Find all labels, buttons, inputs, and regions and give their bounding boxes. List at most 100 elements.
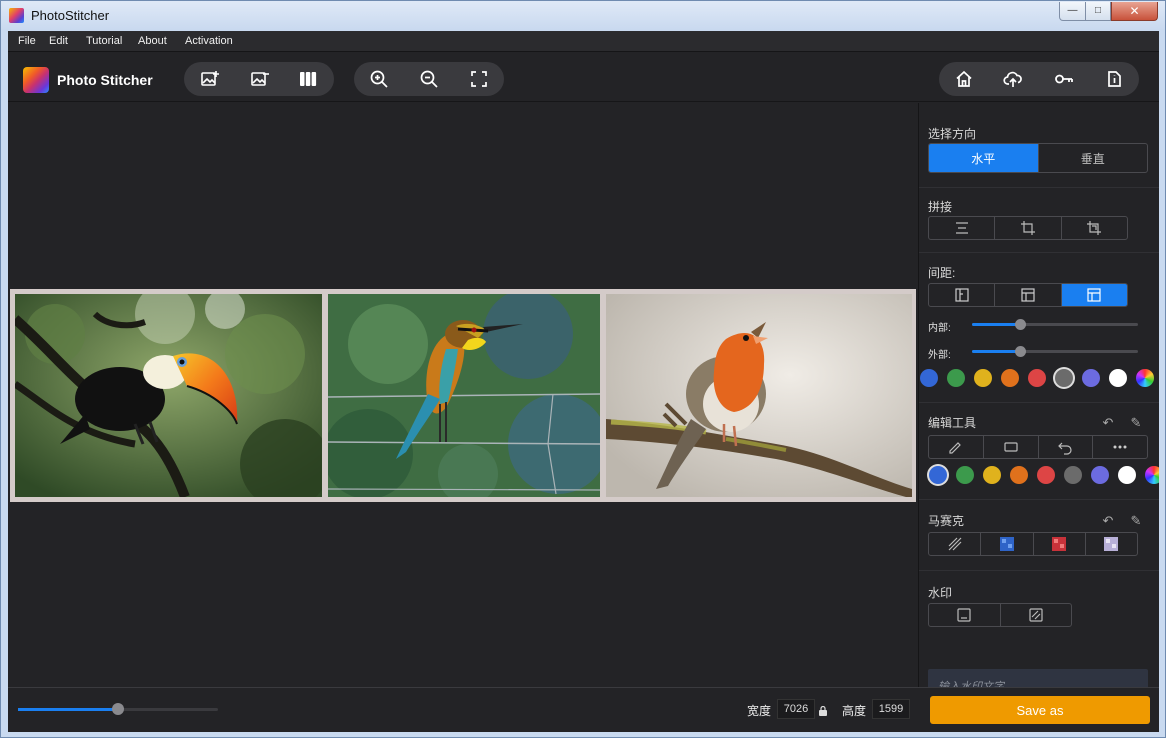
columns-icon[interactable] [288, 62, 328, 96]
divider [919, 187, 1159, 188]
direction-toggle: 水平 垂直 [928, 143, 1148, 173]
app-name: Photo Stitcher [57, 72, 153, 88]
menu-tutorial[interactable]: Tutorial [86, 35, 122, 47]
menu-file[interactable]: File [18, 35, 36, 47]
layout-grid-icon[interactable] [1061, 284, 1127, 306]
align-center-icon[interactable] [929, 217, 996, 239]
watermark-text-input[interactable] [928, 669, 1148, 687]
watermark-tile-icon[interactable] [1001, 604, 1072, 626]
arrow-icon[interactable] [1039, 436, 1094, 458]
color-swatch[interactable] [1064, 466, 1082, 484]
color-swatch[interactable] [1010, 466, 1028, 484]
logo-icon [23, 67, 49, 93]
inner-spacing-slider[interactable] [972, 319, 1138, 330]
zoom-tools-group [354, 62, 504, 96]
robin-photo[interactable] [606, 294, 912, 497]
outer-spacing-handle[interactable] [1015, 346, 1027, 357]
zoom-slider[interactable] [18, 703, 218, 715]
bee-eater-photo[interactable] [328, 294, 600, 497]
image-tools-group [184, 62, 334, 96]
color-swatch[interactable] [920, 369, 938, 387]
crop-alt-icon[interactable] [1062, 217, 1127, 239]
color-swatch[interactable] [1055, 369, 1073, 387]
color-swatch[interactable] [983, 466, 1001, 484]
divider [919, 570, 1159, 571]
inner-spacing-handle[interactable] [1015, 319, 1027, 330]
zoom-fill [18, 708, 118, 711]
customcolor-swatch[interactable] [1145, 466, 1159, 484]
spacing-color-palette [920, 369, 1159, 387]
outer-spacing-fill [972, 350, 1021, 353]
color-swatch[interactable] [1109, 369, 1127, 387]
title-bar[interactable]: PhotoStitcher — □ ✕ [1, 1, 1165, 30]
canvas-area[interactable] [8, 103, 918, 687]
spacing-label: 间距: [928, 266, 956, 280]
app-window: PhotoStitcher — □ ✕ File Edit Tutorial A… [0, 0, 1166, 738]
color-swatch[interactable] [956, 466, 974, 484]
more-icon[interactable] [1093, 436, 1147, 458]
spacing-options [928, 283, 1128, 307]
pen-icon[interactable] [929, 436, 984, 458]
stitch-label: 拼接 [928, 200, 953, 214]
watermark-label: 水印 [928, 586, 953, 600]
mosaic-hatch-icon[interactable] [929, 533, 982, 555]
toucan-photo[interactable] [15, 294, 322, 497]
direction-vertical[interactable]: 垂直 [1039, 144, 1148, 172]
edit-tools-label: 编辑工具 [928, 416, 977, 430]
layout-top-icon[interactable] [995, 284, 1062, 306]
direction-horizontal[interactable]: 水平 [929, 144, 1039, 172]
width-label: 宽度 [747, 704, 772, 718]
save-as-button[interactable]: Save as [930, 696, 1150, 724]
fit-screen-icon[interactable] [459, 62, 499, 96]
menu-activation[interactable]: Activation [185, 35, 233, 47]
info-icon[interactable] [1094, 62, 1134, 96]
color-swatch[interactable] [1118, 466, 1136, 484]
outer-spacing-slider[interactable] [972, 346, 1138, 357]
remove-image-icon[interactable] [240, 62, 280, 96]
color-swatch[interactable] [1028, 369, 1046, 387]
color-swatch[interactable] [974, 369, 992, 387]
mosaic-light-icon[interactable] [1086, 533, 1137, 555]
status-bar: 宽度 7026 高度 1599 Save as [8, 687, 1159, 732]
color-swatch[interactable] [929, 466, 947, 484]
divider [919, 499, 1159, 500]
color-swatch[interactable] [1037, 466, 1055, 484]
width-value[interactable]: 7026 [777, 699, 815, 719]
color-swatch[interactable] [947, 369, 965, 387]
mosaic-blue-icon[interactable] [981, 533, 1034, 555]
undo-icon[interactable]: ↶ [1101, 416, 1115, 430]
zoom-handle[interactable] [112, 703, 124, 715]
clear-brush-icon[interactable]: ✎ [1129, 416, 1143, 430]
key-icon[interactable] [1044, 62, 1084, 96]
lock-icon[interactable] [819, 703, 827, 716]
layout-left-icon[interactable] [929, 284, 996, 306]
menu-edit[interactable]: Edit [49, 35, 68, 47]
zoom-out-icon[interactable] [409, 62, 449, 96]
menu-bar: File Edit Tutorial About Activation [8, 31, 1159, 52]
maximize-button[interactable]: □ [1085, 2, 1111, 21]
color-swatch[interactable] [1091, 466, 1109, 484]
rectangle-icon[interactable] [984, 436, 1039, 458]
minimize-button[interactable]: — [1059, 2, 1086, 21]
menu-about[interactable]: About [138, 35, 167, 47]
edit-color-palette [929, 466, 1159, 484]
inner-spacing-fill [972, 323, 1021, 326]
customcolor-swatch[interactable] [1136, 369, 1154, 387]
watermark-bottom-icon[interactable] [929, 604, 1001, 626]
add-image-icon[interactable] [190, 62, 230, 96]
upload-icon[interactable] [993, 62, 1033, 96]
divider [919, 402, 1159, 403]
zoom-in-icon[interactable] [359, 62, 399, 96]
mosaic-undo-icon[interactable]: ↶ [1101, 514, 1115, 528]
close-button[interactable]: ✕ [1111, 2, 1158, 21]
color-swatch[interactable] [1001, 369, 1019, 387]
mosaic-red-icon[interactable] [1034, 533, 1086, 555]
direction-label: 选择方向 [928, 127, 977, 141]
height-label: 高度 [842, 704, 867, 718]
color-swatch[interactable] [1082, 369, 1100, 387]
mosaic-clear-icon[interactable]: ✎ [1129, 514, 1143, 528]
home-icon[interactable] [944, 62, 984, 96]
stitched-image[interactable] [10, 289, 916, 502]
height-value[interactable]: 1599 [872, 699, 910, 719]
crop-icon[interactable] [995, 217, 1062, 239]
